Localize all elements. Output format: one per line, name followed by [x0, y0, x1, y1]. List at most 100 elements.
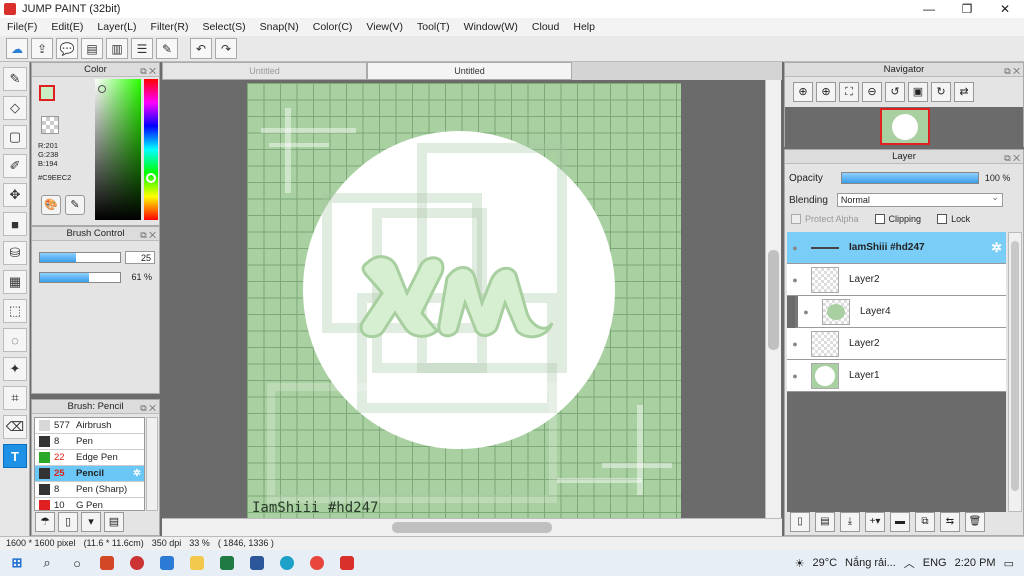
- zoom-out-icon[interactable]: ⊖: [862, 82, 882, 102]
- menu-file[interactable]: File(F): [0, 21, 44, 33]
- text-tool-icon[interactable]: T: [3, 444, 27, 468]
- brush-size-value[interactable]: 25: [125, 251, 155, 264]
- visibility-icon[interactable]: ●: [787, 339, 803, 349]
- rect-tool-icon[interactable]: ▢: [3, 125, 27, 149]
- layer-row-layer1[interactable]: ● Layer1: [787, 360, 1006, 392]
- word-icon[interactable]: [244, 552, 270, 574]
- excel-icon[interactable]: [214, 552, 240, 574]
- tray-expand-icon[interactable]: ︿: [904, 555, 915, 571]
- windows-start-icon[interactable]: ⊞: [4, 552, 30, 574]
- search-icon[interactable]: ⌕: [34, 552, 60, 574]
- brush-opacity-slider[interactable]: [39, 272, 121, 283]
- menu-snap[interactable]: Snap(N): [253, 21, 306, 33]
- fit-window-icon[interactable]: ⛶: [839, 82, 859, 102]
- brush-list-scrollbar[interactable]: [146, 417, 158, 511]
- undo-icon[interactable]: ↶: [190, 38, 212, 59]
- move-tool-icon[interactable]: ✥: [3, 183, 27, 207]
- language-label[interactable]: ENG: [923, 557, 947, 569]
- gradient-tool-icon[interactable]: ▦: [3, 270, 27, 294]
- app-red-icon[interactable]: [124, 552, 150, 574]
- share-icon[interactable]: ⇪: [31, 38, 53, 59]
- merge-down-icon[interactable]: ⤓: [840, 512, 860, 532]
- cloud-icon[interactable]: ☁: [6, 38, 28, 59]
- brush-item-edge-pen[interactable]: 22 Edge Pen: [35, 450, 144, 466]
- lock-checkbox[interactable]: Lock: [937, 214, 970, 224]
- redo-icon[interactable]: ↷: [215, 38, 237, 59]
- menu-tool[interactable]: Tool(T): [410, 21, 457, 33]
- canvas-horizontal-scrollbar[interactable]: [162, 518, 782, 536]
- brush-item-pencil[interactable]: 25 Pencil ✲: [35, 466, 144, 482]
- menu-help[interactable]: Help: [566, 21, 602, 33]
- select-tool-icon[interactable]: ⬚: [3, 299, 27, 323]
- tab-untitled-2[interactable]: Untitled: [367, 62, 572, 80]
- zoom-in-icon[interactable]: ⊕: [816, 82, 836, 102]
- canvas-vertical-scrollbar[interactable]: [765, 80, 781, 518]
- visibility-icon[interactable]: ●: [798, 307, 814, 317]
- close-button[interactable]: ✕: [986, 2, 1024, 16]
- layer-opacity-slider[interactable]: [840, 172, 979, 184]
- layer-transfer-icon[interactable]: ⇆: [940, 512, 960, 532]
- gear-icon[interactable]: ✲: [991, 240, 1002, 256]
- brush-item-airbrush[interactable]: 577 Airbrush: [35, 418, 144, 434]
- rotate-left-icon[interactable]: ↺: [885, 82, 905, 102]
- powerpoint-icon[interactable]: [94, 552, 120, 574]
- menu-color[interactable]: Color(C): [306, 21, 360, 33]
- brush-settings-icon[interactable]: ▤: [104, 512, 124, 532]
- palette-icon[interactable]: 🎨: [41, 195, 61, 215]
- new-brush-icon[interactable]: ▯: [58, 512, 78, 532]
- task-view-icon[interactable]: ○: [64, 552, 90, 574]
- minimize-button[interactable]: —: [910, 2, 948, 16]
- visibility-icon[interactable]: ●: [787, 371, 803, 381]
- protect-alpha-checkbox[interactable]: Protect Alpha: [791, 214, 859, 224]
- navigator-preview[interactable]: [785, 107, 1023, 147]
- duplicate-layer-icon[interactable]: ⧉: [915, 512, 935, 532]
- brush-cloud-icon[interactable]: ☂: [35, 512, 55, 532]
- zoom-fit-icon[interactable]: ⊕: [793, 82, 813, 102]
- document-icon[interactable]: ▥: [106, 38, 128, 59]
- maximize-button[interactable]: ❐: [948, 2, 986, 16]
- weather-icon[interactable]: ☀: [795, 557, 805, 570]
- rotate-right-icon[interactable]: ↻: [931, 82, 951, 102]
- layer-row-layer2-top[interactable]: ● Layer2: [787, 264, 1006, 296]
- message-icon[interactable]: ▤: [81, 38, 103, 59]
- bucket-tool-icon[interactable]: ⛁: [3, 241, 27, 265]
- palette-edit-icon[interactable]: ✎: [65, 195, 85, 215]
- magic-wand-tool-icon[interactable]: ✦: [3, 357, 27, 381]
- edge-icon[interactable]: [274, 552, 300, 574]
- brush-item-g-pen[interactable]: 10 G Pen: [35, 498, 144, 510]
- notification-icon[interactable]: ▭: [1004, 557, 1014, 570]
- lasso-tool-icon[interactable]: ◌: [3, 328, 27, 352]
- hue-slider[interactable]: [144, 79, 158, 220]
- new-layer-icon[interactable]: ▯: [790, 512, 810, 532]
- visibility-icon[interactable]: ●: [787, 243, 803, 253]
- foreground-color-swatch[interactable]: [39, 85, 55, 101]
- flip-icon[interactable]: ⇄: [954, 82, 974, 102]
- layer-row-layer2-bottom[interactable]: ● Layer2: [787, 328, 1006, 360]
- monitor-icon[interactable]: [154, 552, 180, 574]
- tab-untitled-1[interactable]: Untitled: [162, 62, 367, 80]
- clock[interactable]: 2:20 PM: [955, 557, 996, 569]
- weather-temp[interactable]: 29°C: [812, 557, 837, 569]
- weather-text[interactable]: Nắng rải...: [845, 557, 896, 569]
- brush-item-pen-sharp[interactable]: 8 Pen (Sharp): [35, 482, 144, 498]
- menu-cloud[interactable]: Cloud: [525, 21, 566, 33]
- brush-menu-icon[interactable]: ▾: [81, 512, 101, 532]
- delete-layer-icon[interactable]: 🗑: [965, 512, 985, 532]
- select-pen-tool-icon[interactable]: ⌗: [3, 386, 27, 410]
- menu-filter[interactable]: Filter(R): [144, 21, 196, 33]
- brush-item-pen[interactable]: 8 Pen: [35, 434, 144, 450]
- visibility-icon[interactable]: ●: [787, 275, 803, 285]
- fill-rect-tool-icon[interactable]: ■: [3, 212, 27, 236]
- menu-layer[interactable]: Layer(L): [90, 21, 143, 33]
- edit-list-icon[interactable]: ✎: [156, 38, 178, 59]
- eraser-tool-icon[interactable]: ◇: [3, 96, 27, 120]
- comment-icon[interactable]: 💬: [56, 38, 78, 59]
- jump-paint-taskbar-icon[interactable]: [334, 552, 360, 574]
- new-layer-menu-icon[interactable]: ▤: [815, 512, 835, 532]
- chrome-icon[interactable]: [304, 552, 330, 574]
- layer-row-layer4[interactable]: ● Layer4: [795, 296, 1006, 328]
- file-explorer-icon[interactable]: [184, 552, 210, 574]
- brush-size-slider[interactable]: [39, 252, 121, 263]
- menu-select[interactable]: Select(S): [195, 21, 252, 33]
- menu-view[interactable]: View(V): [359, 21, 410, 33]
